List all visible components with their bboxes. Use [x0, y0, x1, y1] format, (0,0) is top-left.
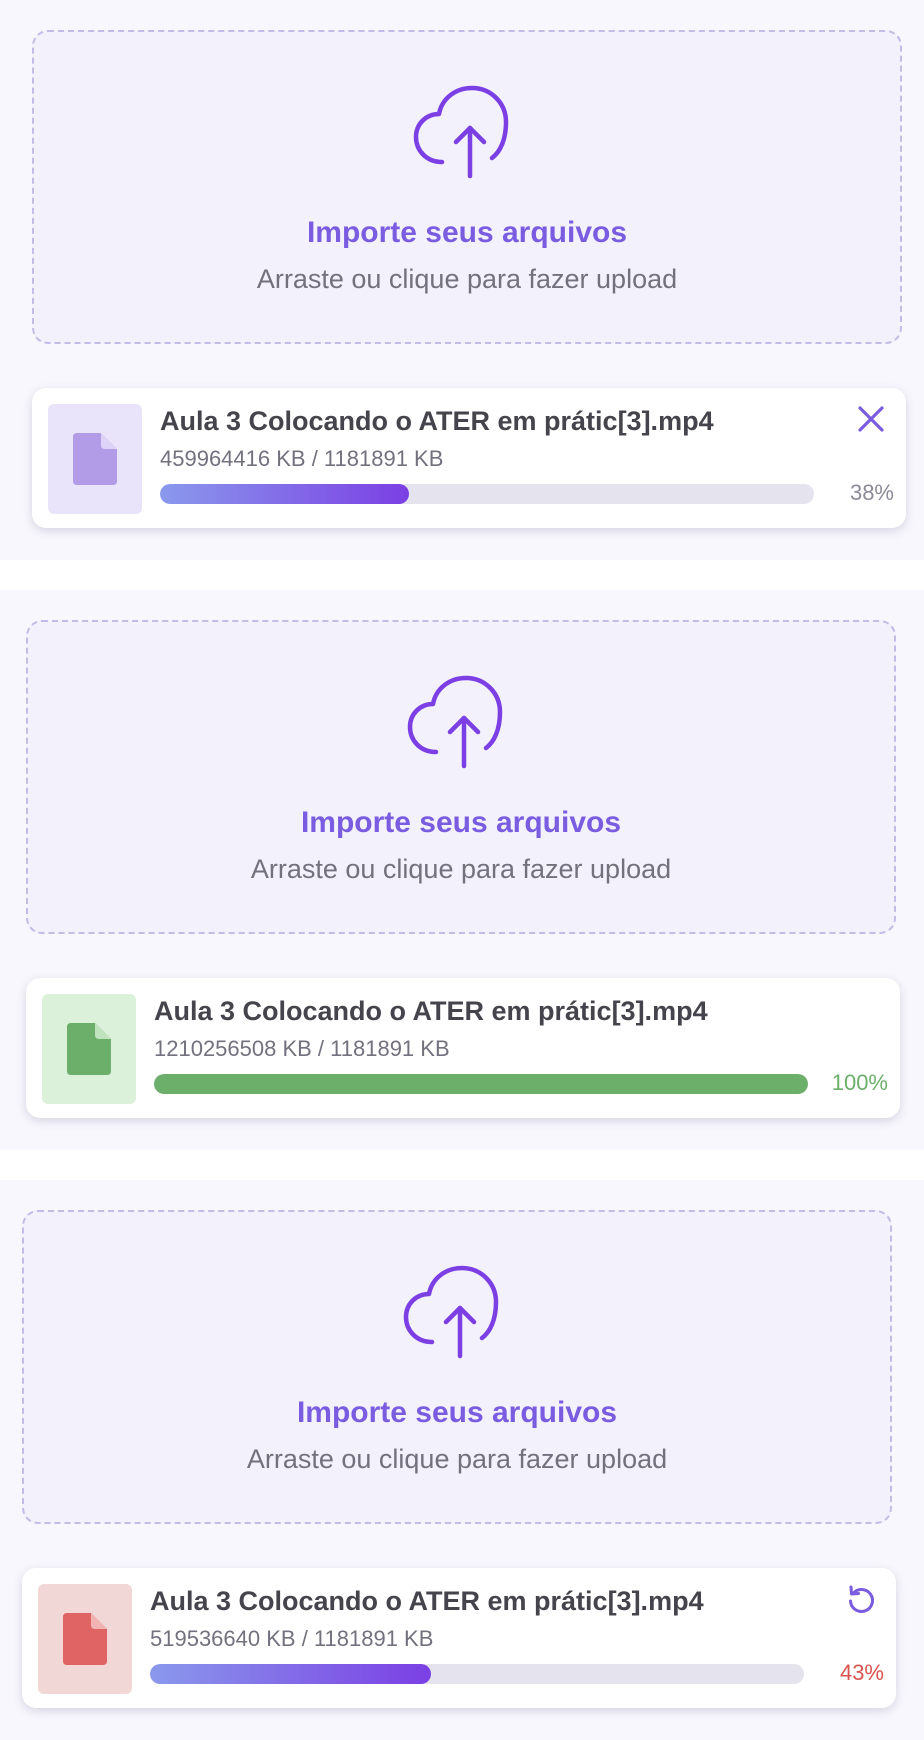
progress-fill [160, 484, 409, 504]
progress-bar [160, 484, 814, 504]
file-thumbnail [48, 404, 142, 514]
dropzone-title: Importe seus arquivos [300, 806, 622, 839]
file-name: Aula 3 Colocando o ATER em prátic[3].mp4 [154, 996, 708, 1026]
progress-percent: 100% [831, 1070, 888, 1095]
dropzone[interactable]: Importe seus arquivos Arraste ou clique … [26, 620, 896, 934]
progress-fill [154, 1074, 808, 1094]
dropzone[interactable]: Importe seus arquivos Arraste ou clique … [32, 30, 902, 344]
dropzone-title: Importe seus arquivos [296, 1396, 618, 1429]
progress-fill [150, 1664, 432, 1684]
document-icon [67, 1023, 111, 1075]
cloud-upload-icon [403, 1265, 499, 1359]
dropzone-subtitle: Arraste ou clique para fazer upload [250, 854, 672, 884]
upload-panel: Importe seus arquivos Arraste ou clique … [0, 0, 924, 560]
dropzone-subtitle: Arraste ou clique para fazer upload [256, 264, 678, 294]
progress-bar [154, 1074, 808, 1094]
progress-percent: 43% [839, 1660, 884, 1685]
close-icon [858, 406, 884, 432]
file-card: Aula 3 Colocando o ATER em prátic[3].mp4… [32, 388, 906, 528]
progress-percent: 38% [849, 480, 894, 505]
dropzone-subtitle: Arraste ou clique para fazer upload [246, 1444, 668, 1474]
upload-panel: Importe seus arquivos Arraste ou clique … [0, 1180, 924, 1740]
cloud-upload-icon [407, 675, 503, 769]
file-thumbnail [42, 994, 136, 1104]
retry-upload-button[interactable] [844, 1582, 878, 1616]
file-size: 1210256508 KB / 1181891 KB [154, 1036, 450, 1061]
cloud-upload-icon [413, 85, 509, 179]
upload-panel: Importe seus arquivos Arraste ou clique … [0, 590, 924, 1150]
document-icon [73, 433, 117, 485]
progress-bar [150, 1664, 804, 1684]
cancel-upload-button[interactable] [854, 402, 888, 436]
file-card: Aula 3 Colocando o ATER em prátic[3].mp4… [22, 1568, 896, 1708]
file-name: Aula 3 Colocando o ATER em prátic[3].mp4 [160, 406, 714, 436]
retry-icon [849, 1585, 874, 1613]
file-size: 459964416 KB / 1181891 KB [160, 446, 444, 471]
file-size: 519536640 KB / 1181891 KB [150, 1626, 434, 1651]
file-card: Aula 3 Colocando o ATER em prátic[3].mp4… [26, 978, 900, 1118]
document-icon [63, 1613, 107, 1665]
dropzone-title: Importe seus arquivos [306, 216, 628, 249]
dropzone[interactable]: Importe seus arquivos Arraste ou clique … [22, 1210, 892, 1524]
file-name: Aula 3 Colocando o ATER em prátic[3].mp4 [150, 1586, 704, 1616]
file-thumbnail [38, 1584, 132, 1694]
